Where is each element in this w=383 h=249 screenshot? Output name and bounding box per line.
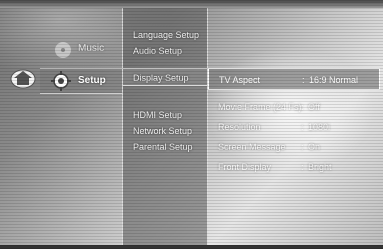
top-border <box>0 0 383 8</box>
menu-item-music[interactable]: Music <box>50 40 122 60</box>
option-front-display[interactable]: Front Display : Bright <box>208 158 380 176</box>
option-resolution[interactable]: Resolution : 1080i <box>208 118 380 136</box>
home-icon[interactable] <box>8 66 38 90</box>
option-value: Off <box>308 102 320 112</box>
option-name: Screen Message <box>218 142 286 152</box>
screen-background: Music Setup Language Setup Audio Setup D… <box>0 0 383 249</box>
option-colon: : <box>301 142 304 152</box>
option-tv-aspect[interactable]: TV Aspect : 16:9 Normal <box>208 68 380 90</box>
submenu-item-audio-setup[interactable]: Audio Setup <box>123 42 207 60</box>
option-colon: : <box>301 102 304 112</box>
option-colon: : <box>301 162 304 172</box>
option-value: Bright <box>308 162 332 172</box>
setup-submenu: Language Setup Audio Setup Display Setup… <box>122 8 208 245</box>
option-value: 1080i <box>308 122 331 132</box>
display-options-panel: TV Aspect : 16:9 Normal Movie Frame (24 … <box>208 68 380 188</box>
submenu-item-display-setup[interactable]: Display Setup <box>123 68 207 86</box>
option-colon: : <box>301 122 304 132</box>
submenu-item-parental-setup[interactable]: Parental Setup <box>123 138 207 156</box>
option-name: Resolution <box>218 122 261 132</box>
menu-item-setup[interactable]: Setup <box>40 68 122 94</box>
option-name: Movie Frame (24 Fs) <box>218 102 302 112</box>
music-disc-icon <box>55 42 71 58</box>
bottom-border <box>0 245 383 249</box>
menu-item-label: Music <box>78 43 105 54</box>
option-value: 16:9 Normal <box>309 75 359 85</box>
option-movie-frame[interactable]: Movie Frame (24 Fs) : Off <box>208 98 380 116</box>
gear-icon <box>50 71 72 91</box>
menu-item-label: Setup <box>78 75 106 86</box>
option-value: On <box>308 142 321 152</box>
option-name: TV Aspect <box>219 75 261 85</box>
option-screen-message[interactable]: Screen Message : On <box>208 138 380 156</box>
option-name: Front Display <box>218 162 272 172</box>
option-colon: : <box>302 75 305 85</box>
